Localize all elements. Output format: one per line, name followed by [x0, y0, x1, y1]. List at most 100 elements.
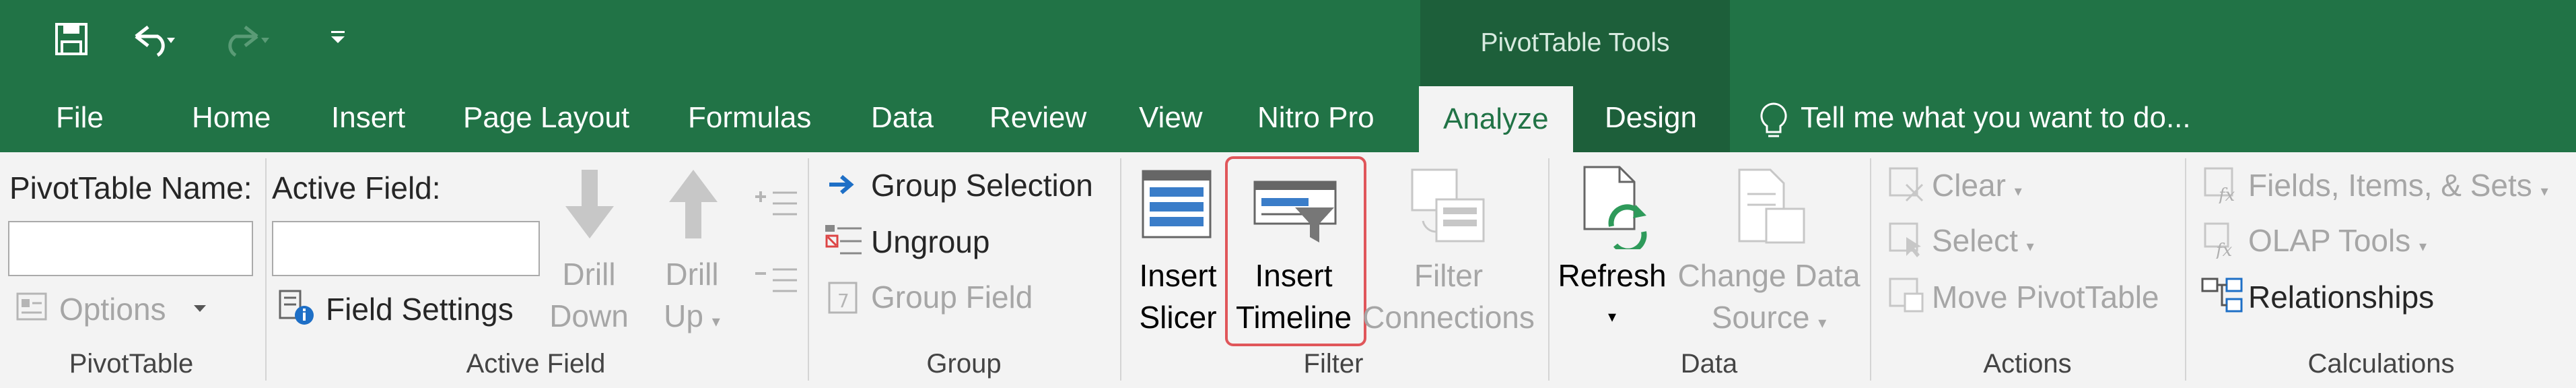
- ungroup-button[interactable]: Ungroup: [871, 224, 989, 260]
- options-icon: [15, 290, 48, 327]
- group-label-active-field: Active Field: [466, 349, 606, 379]
- drill-down-button[interactable]: Drill Down: [538, 253, 639, 337]
- change-data-source-label-1: Change Data: [1677, 258, 1860, 293]
- fields-items-sets-label: Fields, Items, & Sets: [2248, 168, 2532, 203]
- insert-slicer-label-2: Slicer: [1139, 300, 1217, 335]
- relationships-button[interactable]: Relationships: [2248, 279, 2434, 315]
- insert-timeline-label-2: Timeline: [1235, 300, 1352, 335]
- drill-down-label-2: Down: [549, 298, 629, 333]
- lightbulb-icon: [1758, 101, 1789, 143]
- drill-up-label-2-text: Up: [664, 298, 703, 333]
- tab-analyze[interactable]: Analyze: [1419, 86, 1573, 152]
- group-label-actions: Actions: [1983, 349, 2072, 379]
- move-pivottable-icon: [1887, 276, 1925, 317]
- filter-connections-label-2: Connections: [1362, 300, 1535, 335]
- tab-nitro-pro[interactable]: Nitro Pro: [1257, 101, 1374, 135]
- filter-connections-icon: [1409, 167, 1488, 249]
- separator: [1870, 158, 1871, 381]
- ungroup-icon: [823, 222, 864, 263]
- refresh-dropdown-icon[interactable]: ▾: [1556, 296, 1668, 338]
- group-label-calculations: Calculations: [2307, 349, 2455, 379]
- separator: [808, 158, 809, 381]
- tab-insert[interactable]: Insert: [331, 101, 405, 135]
- change-data-source-label-2-text: Source: [1711, 300, 1810, 335]
- tab-formulas[interactable]: Formulas: [688, 101, 811, 135]
- svg-text:fx: fx: [2215, 240, 2233, 259]
- expand-field-icon[interactable]: [753, 187, 800, 224]
- clear-button[interactable]: Clear ▾: [1932, 167, 2022, 203]
- field-settings-button[interactable]: Field Settings: [326, 291, 514, 327]
- save-icon[interactable]: [54, 22, 89, 60]
- tab-file[interactable]: File: [56, 101, 104, 135]
- context-label: PivotTable Tools: [1480, 28, 1670, 57]
- move-pivottable-button[interactable]: Move PivotTable: [1932, 279, 2159, 315]
- filter-connections-button[interactable]: Filter Connections: [1358, 255, 1539, 338]
- fields-items-sets-dropdown-icon[interactable]: ▾: [2541, 183, 2548, 199]
- pivottable-name-input[interactable]: [8, 221, 253, 276]
- separator: [2185, 158, 2186, 381]
- fields-items-sets-button[interactable]: Fields, Items, & Sets ▾: [2248, 167, 2548, 203]
- group-selection-icon: [827, 171, 860, 201]
- drill-up-dropdown-icon[interactable]: ▾: [712, 313, 720, 331]
- olap-tools-icon: fx: [2202, 221, 2240, 262]
- title-bar-right: [1730, 0, 2576, 77]
- tell-me-search[interactable]: Tell me what you want to do...: [1801, 101, 2191, 135]
- insert-timeline-button[interactable]: Insert Timeline: [1226, 255, 1361, 338]
- tab-data[interactable]: Data: [871, 101, 934, 135]
- tab-review[interactable]: Review: [989, 101, 1086, 135]
- tab-page-layout[interactable]: Page Layout: [463, 101, 629, 135]
- fields-items-sets-icon: fx: [2202, 166, 2240, 207]
- olap-tools-label: OLAP Tools: [2248, 223, 2411, 258]
- insert-slicer-button[interactable]: Insert Slicer: [1131, 255, 1225, 338]
- insert-slicer-icon: [1140, 167, 1214, 245]
- separator: [265, 158, 267, 381]
- separator: [1548, 158, 1550, 381]
- clear-icon: [1887, 166, 1925, 207]
- group-selection-button[interactable]: Group Selection: [871, 167, 1093, 203]
- drill-down-icon: [557, 166, 622, 246]
- clear-dropdown-icon[interactable]: ▾: [2015, 183, 2022, 199]
- group-label-group: Group: [926, 349, 1002, 379]
- group-label-filter: Filter: [1303, 349, 1364, 379]
- select-button[interactable]: Select ▾: [1932, 222, 2034, 259]
- customize-qat-icon[interactable]: [330, 30, 346, 49]
- active-field-label: Active Field:: [272, 170, 441, 205]
- change-data-source-button[interactable]: Change Data Source ▾: [1668, 255, 1870, 344]
- relationships-icon: [2201, 276, 2244, 317]
- olap-tools-dropdown-icon[interactable]: ▾: [2419, 238, 2427, 255]
- drill-up-label-1: Drill: [665, 257, 719, 292]
- options-button[interactable]: Options: [59, 291, 166, 327]
- drill-up-label-2: Up ▾: [645, 295, 739, 343]
- undo-icon[interactable]: [129, 23, 176, 60]
- olap-tools-button[interactable]: OLAP Tools ▾: [2248, 222, 2427, 259]
- select-label: Select: [1932, 223, 2018, 258]
- change-data-source-label-2: Source ▾: [1668, 296, 1870, 344]
- insert-timeline-label-1: Insert: [1255, 258, 1333, 293]
- pivottable-name-label: PivotTable Name:: [9, 170, 252, 205]
- svg-text:fx: fx: [2217, 185, 2235, 203]
- drill-up-button[interactable]: Drill Up ▾: [645, 253, 739, 343]
- svg-text:7: 7: [837, 290, 849, 312]
- refresh-button[interactable]: Refresh ▾: [1556, 255, 1668, 338]
- field-settings-icon: [277, 288, 318, 329]
- drill-up-icon: [661, 166, 726, 246]
- refresh-label: Refresh: [1558, 258, 1667, 293]
- drill-down-label-1: Drill: [562, 257, 616, 292]
- collapse-field-icon[interactable]: [753, 264, 800, 301]
- options-dropdown-icon[interactable]: [194, 304, 206, 317]
- select-dropdown-icon[interactable]: ▾: [2027, 238, 2034, 255]
- filter-connections-label-1: Filter: [1414, 258, 1484, 293]
- redo-icon[interactable]: [223, 23, 271, 60]
- group-field-button[interactable]: Group Field: [871, 279, 1033, 315]
- insert-slicer-label-1: Insert: [1139, 258, 1217, 293]
- group-field-icon: 7: [827, 279, 860, 319]
- tab-home[interactable]: Home: [192, 101, 271, 135]
- tab-view[interactable]: View: [1139, 101, 1203, 135]
- change-data-source-dropdown-icon[interactable]: ▾: [1818, 314, 1826, 332]
- active-field-input[interactable]: [272, 221, 540, 276]
- refresh-icon: [1579, 164, 1653, 254]
- group-label-pivottable: PivotTable: [69, 349, 194, 379]
- change-data-source-icon: [1734, 167, 1808, 249]
- clear-label: Clear: [1932, 168, 2006, 203]
- tab-design[interactable]: Design: [1605, 101, 1697, 135]
